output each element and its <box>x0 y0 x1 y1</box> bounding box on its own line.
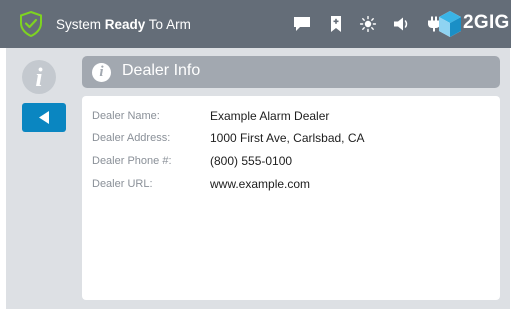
shield-check-icon <box>20 11 42 37</box>
info-icon-glyph: i <box>35 63 43 92</box>
dealer-name-value: Example Alarm Dealer <box>210 109 330 123</box>
info-circle-glyph: i <box>99 64 104 80</box>
status-ready: Ready <box>104 17 146 32</box>
arm-status-text: System Ready To Arm <box>56 15 191 35</box>
status-prefix: System <box>56 17 105 32</box>
dealer-phone-value: (800) 555-0100 <box>210 154 293 168</box>
page-title: Dealer Info <box>122 62 201 79</box>
dealer-address-row: Dealer Address: 1000 First Ave, Carlsbad… <box>82 131 500 152</box>
status-suffix: To Arm <box>145 17 191 32</box>
dealer-phone-row: Dealer Phone #: (800) 555-0100 <box>82 154 500 175</box>
status-bar: System Ready To Arm 2GIG <box>0 0 511 48</box>
dealer-url-row: Dealer URL: www.example.com <box>82 177 500 198</box>
dealer-address-value: 1000 First Ave, Carlsbad, CA <box>210 131 365 145</box>
message-icon[interactable] <box>293 16 311 32</box>
brightness-icon[interactable] <box>359 16 377 32</box>
brand-name: 2GIG <box>463 12 510 33</box>
volume-icon[interactable] <box>393 16 411 32</box>
brand-logo: 2GIG <box>438 10 510 38</box>
info-circle-icon: i <box>92 63 111 82</box>
back-arrow-icon <box>39 111 49 124</box>
dealer-url-label: Dealer URL: <box>92 178 153 190</box>
2gig-logo-icon <box>439 11 461 37</box>
dealer-url-value: www.example.com <box>210 177 311 191</box>
dealer-address-label: Dealer Address: <box>92 132 171 144</box>
back-button[interactable] <box>22 103 66 132</box>
info-icon: i <box>22 60 56 94</box>
bookmark-icon[interactable] <box>327 16 345 32</box>
dealer-info-card: Dealer Name: Example Alarm Dealer Dealer… <box>82 96 500 300</box>
page-title-bar: i Dealer Info <box>82 56 500 88</box>
dealer-name-row: Dealer Name: Example Alarm Dealer <box>82 109 500 130</box>
dealer-name-label: Dealer Name: <box>92 110 160 122</box>
status-icons: 2GIG <box>276 10 511 38</box>
dealer-phone-label: Dealer Phone #: <box>92 155 172 167</box>
